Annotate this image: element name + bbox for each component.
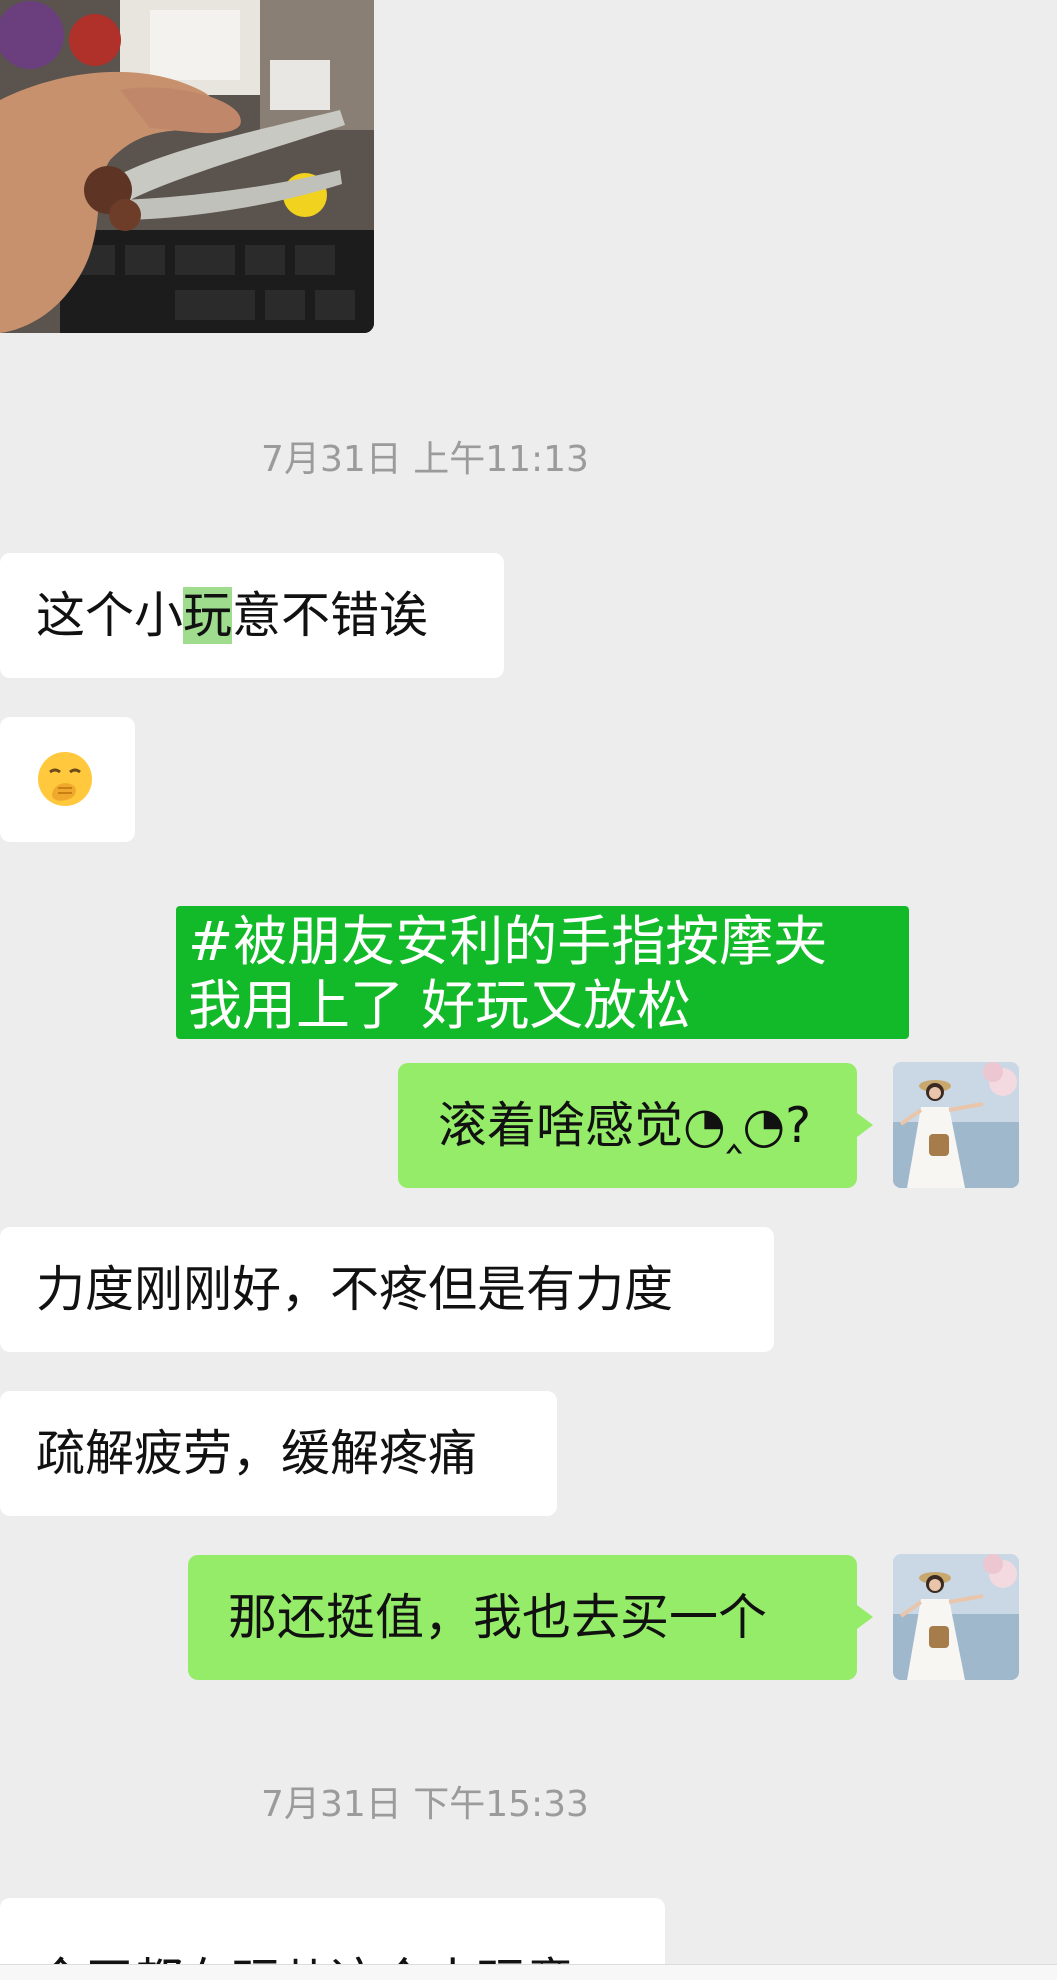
woman-in-white-dress-avatar-icon: [893, 1554, 1019, 1680]
avatar[interactable]: [893, 1062, 1019, 1188]
highlighted-text: 玩: [183, 587, 233, 644]
incoming-message[interactable]: 这个小玩意不错诶: [0, 553, 504, 678]
message-text: 滚着啥感觉◔‸◔?: [438, 1097, 812, 1154]
incoming-message[interactable]: 疏解疲劳，缓解疼痛: [0, 1391, 557, 1516]
hand-holding-finger-massager-photo: [0, 0, 374, 333]
banner-line: #被朋友安利的手指按摩夹: [188, 910, 828, 973]
hand-over-mouth-emoji-icon: [38, 751, 92, 806]
outgoing-message[interactable]: 那还挺值，我也去买一个: [188, 1555, 873, 1680]
message-text-part: 意不错诶: [232, 587, 429, 644]
incoming-emoji-message[interactable]: [0, 717, 135, 842]
incoming-message[interactable]: 力度刚刚好，不疼但是有力度: [0, 1227, 774, 1352]
promo-overlay-banner: #被朋友安利的手指按摩夹 我用上了 好玩又放松: [176, 906, 909, 1039]
input-bar-edge: [0, 1964, 1057, 1980]
avatar[interactable]: [893, 1554, 1019, 1680]
outgoing-message[interactable]: 滚着啥感觉◔‸◔?: [398, 1063, 873, 1188]
chat-screen: 7月31日 上午11:13 这个小玩意不错诶 #被朋友安利的手指按摩夹 我用上了…: [0, 0, 1057, 1980]
banner-line: 我用上了 好玩又放松: [188, 974, 692, 1037]
message-text: 疏解疲劳，缓解疼痛: [36, 1425, 478, 1482]
timestamp: 7月31日 上午11:13: [261, 439, 589, 480]
photo-message[interactable]: [0, 0, 374, 333]
message-text-part: 这个小: [36, 587, 184, 644]
timestamp: 7月31日 下午15:33: [261, 1784, 589, 1825]
message-text: 力度刚刚好，不疼但是有力度: [36, 1261, 674, 1318]
woman-in-white-dress-avatar-icon: [893, 1062, 1019, 1188]
message-text: 那还挺值，我也去买一个: [228, 1589, 768, 1646]
